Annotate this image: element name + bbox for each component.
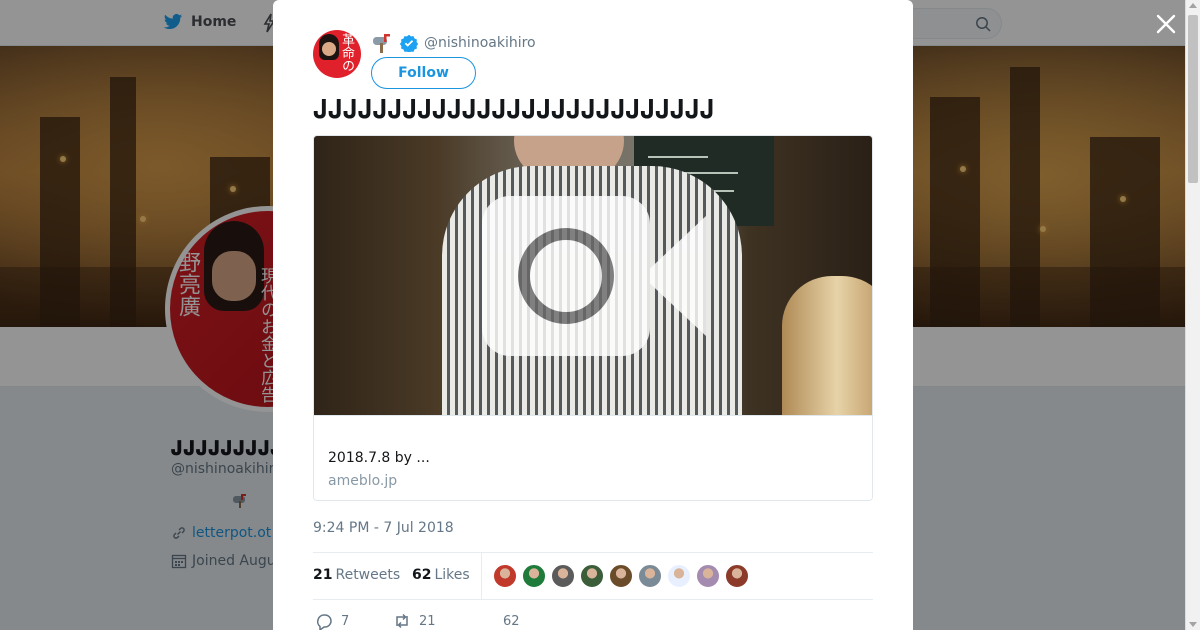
card-domain: ameblo.jp [328,473,398,489]
tweet-text: 𝐉𝐉𝐉𝐉𝐉𝐉𝐉𝐉𝐉𝐉𝐉𝐉𝐉𝐉𝐉𝐉𝐉𝐉𝐉𝐉𝐉𝐉𝐉𝐉𝐉𝐉𝐉 [313,95,715,125]
scroll-up-arrow-icon[interactable] [1189,3,1197,8]
likes-count: 62 [412,567,432,583]
liker-avatar[interactable] [580,564,604,588]
liker-avatar[interactable] [725,564,749,588]
mailbox-icon [373,34,390,53]
reply-button[interactable]: 7 [315,612,349,630]
retweet-count: 21 [419,613,436,629]
reply-icon [316,614,332,630]
tweet-timestamp[interactable]: 9:24 PM - 7 Jul 2018 [313,520,454,536]
close-icon[interactable] [1154,12,1178,36]
tweet-author-avatar[interactable]: 革命の [313,30,361,78]
reply-count: 7 [341,613,350,629]
retweets-stat[interactable]: 21 Retweets [313,567,400,583]
heart-icon [478,613,494,629]
retweet-button[interactable]: 21 [393,612,436,630]
retweet-icon [396,613,408,629]
tweet-modal: 革命の @nishinoakihiro Follow 𝐉𝐉𝐉𝐉𝐉𝐉𝐉𝐉𝐉𝐉𝐉𝐉𝐉… [273,0,913,630]
retweets-count: 21 [313,567,333,583]
liker-avatar[interactable] [609,564,633,588]
tweet-author-line[interactable]: @nishinoakihiro [372,33,536,53]
follow-button[interactable]: Follow [371,57,476,89]
card-body[interactable]: 2018.7.8 by ... ameblo.jp [314,415,872,500]
card-video-thumbnail[interactable] [314,136,872,415]
like-button[interactable]: 62 [477,612,520,630]
tweet-stats: 21 Retweets 62 Likes [313,552,873,600]
scroll-down-arrow-icon[interactable] [1189,622,1197,627]
liker-avatar[interactable] [522,564,546,588]
likes-label: Likes [434,567,470,583]
avatar-glyph-text: 革命の [339,33,354,72]
retweets-label: Retweets [335,567,401,583]
liker-avatars [493,564,749,588]
card-title: 2018.7.8 by ... [328,450,430,466]
page-scrollbar[interactable] [1185,0,1200,630]
stats-divider [481,553,482,599]
likes-stat[interactable]: 62 Likes [412,567,470,583]
tweet-actions: 7 21 62 [313,610,873,630]
tweet-author-handle: @nishinoakihiro [424,35,536,51]
verified-badge-icon [400,34,418,52]
link-preview-card[interactable]: 2018.7.8 by ... ameblo.jp [313,135,873,501]
liker-avatar[interactable] [493,564,517,588]
liker-avatar[interactable] [638,564,662,588]
liker-avatar[interactable] [667,564,691,588]
liker-avatar[interactable] [551,564,575,588]
video-camera-icon [482,196,706,356]
scrollbar-thumb[interactable] [1188,15,1198,183]
liker-avatar[interactable] [696,564,720,588]
like-count: 62 [503,613,520,629]
